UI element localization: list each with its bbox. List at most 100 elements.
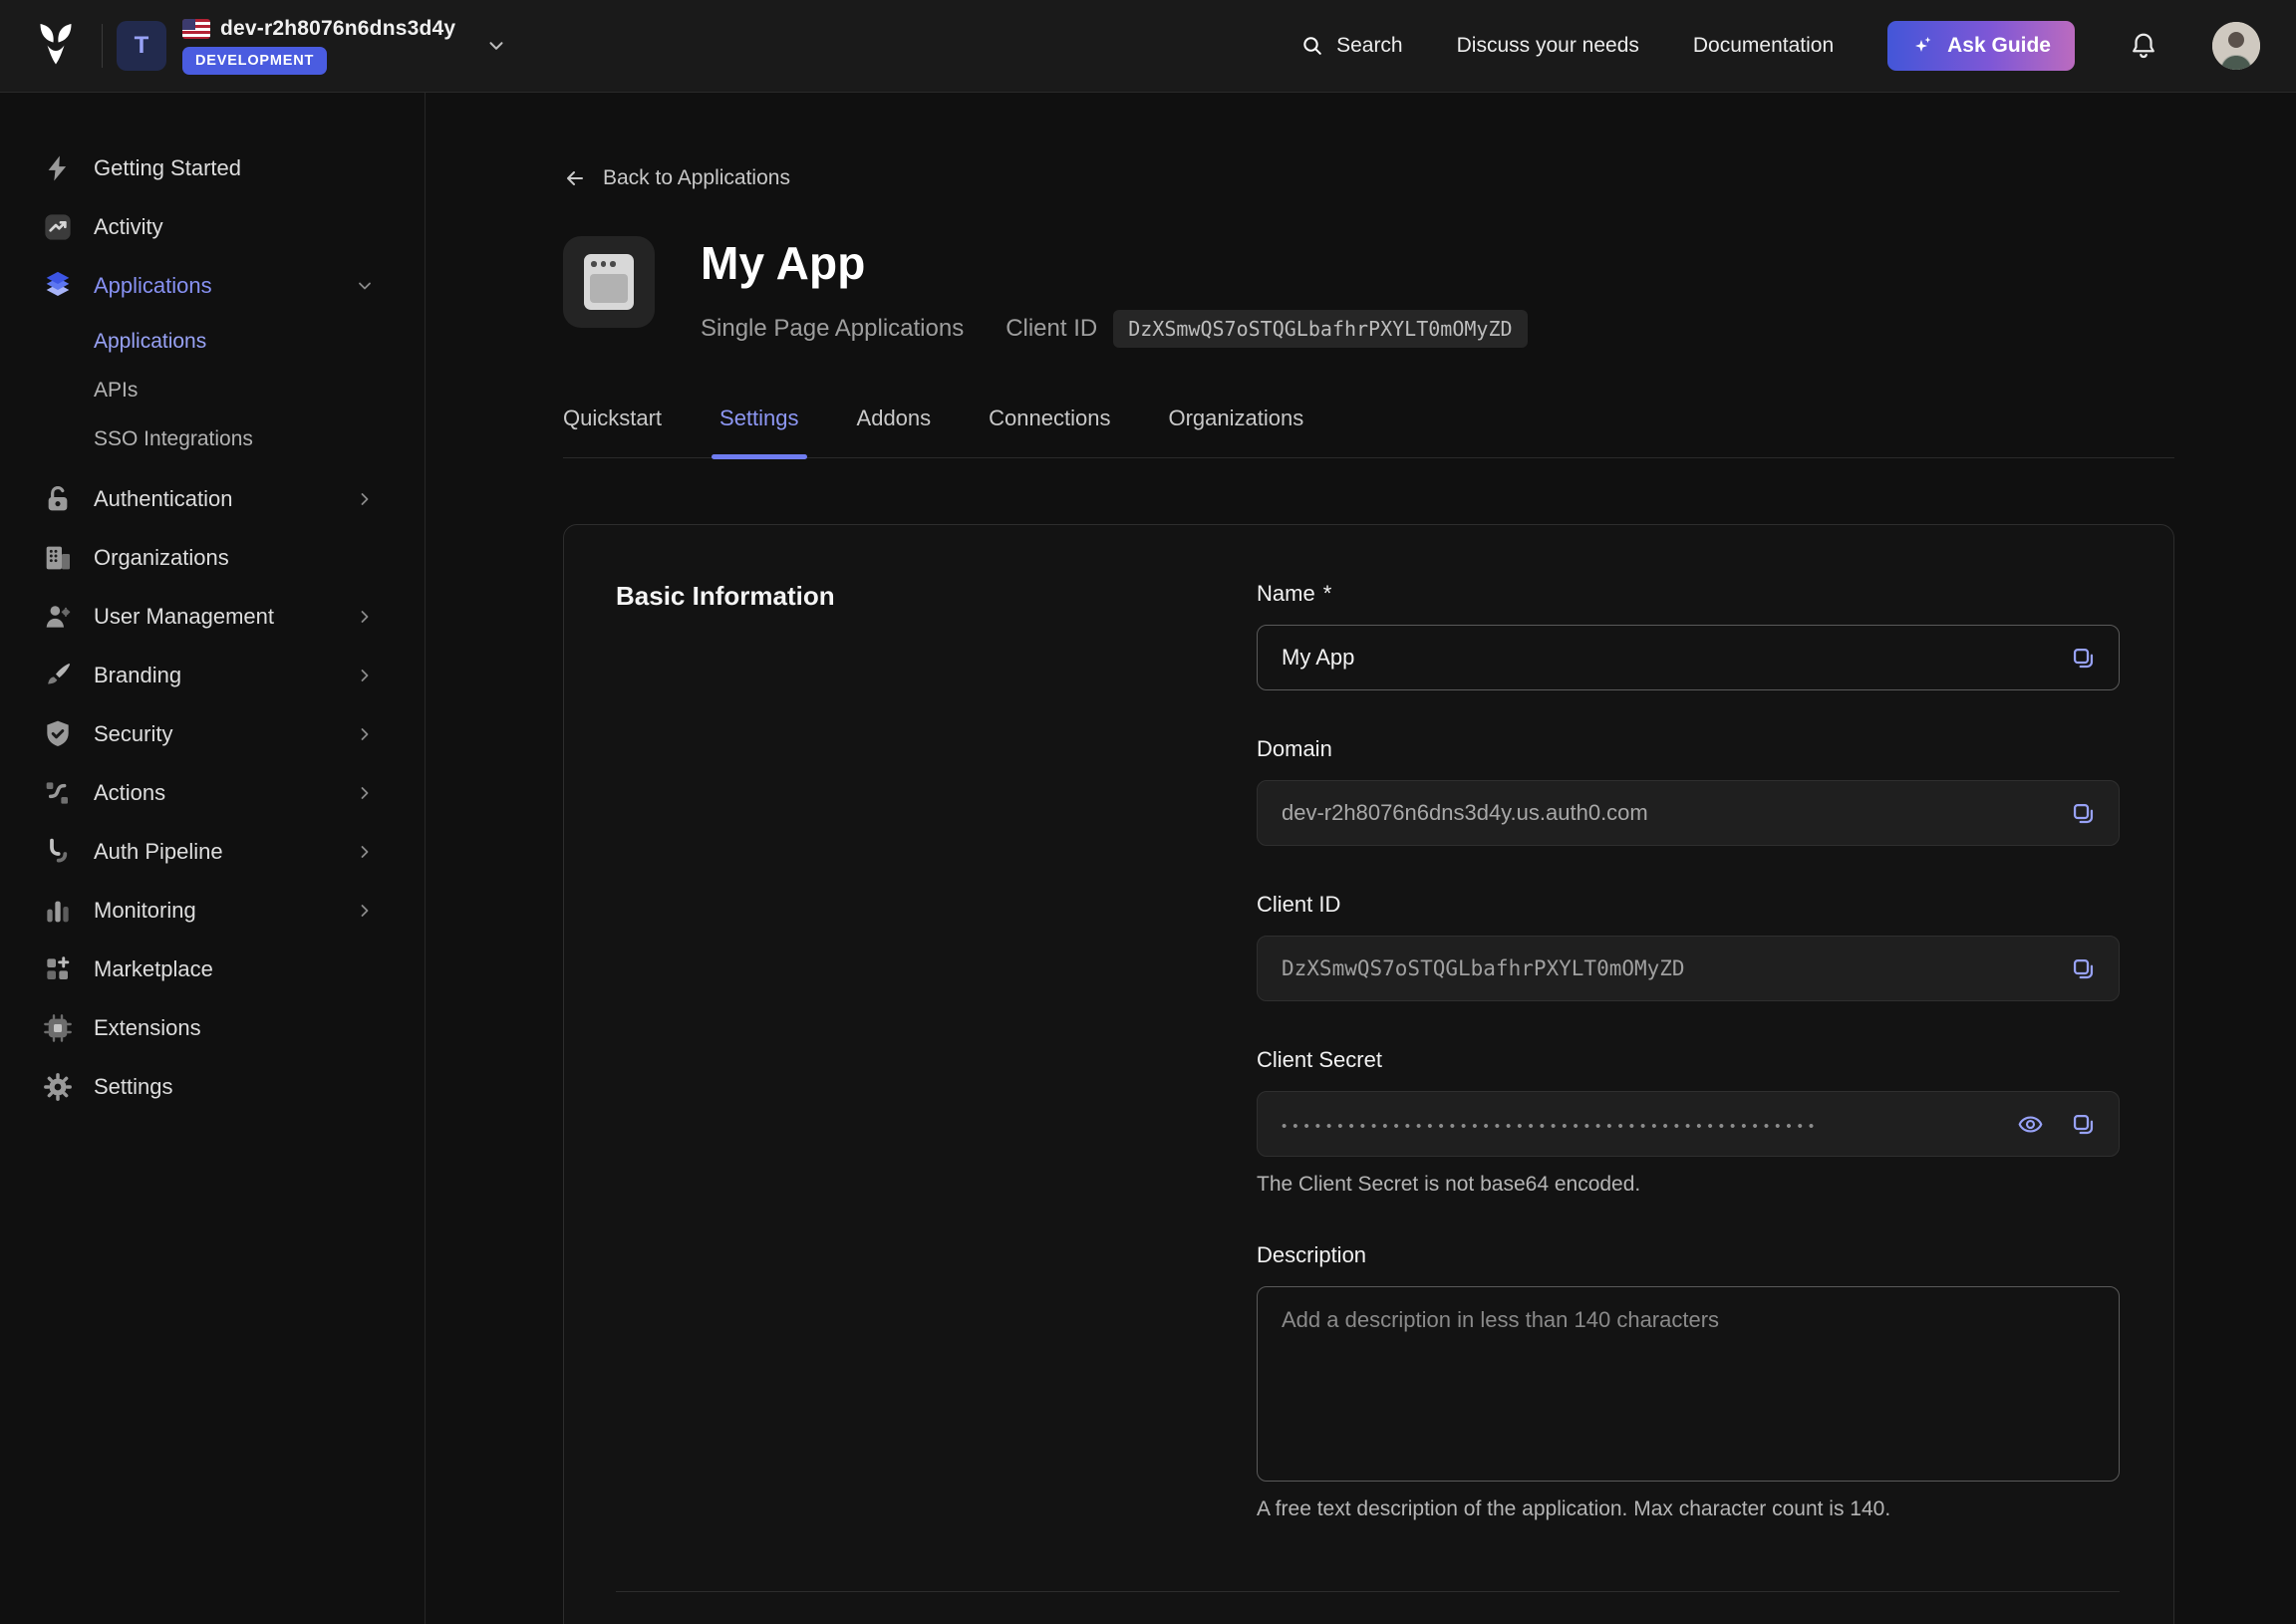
sidebar-item-branding[interactable]: Branding bbox=[0, 646, 425, 704]
sidebar-item-extensions[interactable]: Extensions bbox=[0, 998, 425, 1057]
eye-icon bbox=[2017, 1111, 2044, 1138]
layers-icon bbox=[40, 268, 76, 304]
sidebar-subitem-sso-integrations[interactable]: SSO Integrations bbox=[0, 414, 425, 463]
sidebar-item-activity[interactable]: Activity bbox=[0, 197, 425, 256]
environment-badge: DEVELOPMENT bbox=[182, 47, 327, 75]
tab-connections[interactable]: Connections bbox=[989, 406, 1110, 457]
main-content: Back to Applications My App Single Page … bbox=[426, 93, 2296, 1624]
applications-submenu: Applications APIs SSO Integrations bbox=[0, 315, 425, 469]
copy-name-button[interactable] bbox=[2070, 645, 2097, 672]
search-icon bbox=[1300, 34, 1324, 58]
app-window-icon bbox=[563, 236, 655, 328]
chevron-right-icon bbox=[355, 724, 375, 744]
chevron-right-icon bbox=[355, 901, 375, 921]
name-field-group: Name* bbox=[1257, 581, 2120, 690]
ask-guide-button[interactable]: Ask Guide bbox=[1887, 21, 2075, 71]
app-type-label: Single Page Applications bbox=[701, 315, 964, 343]
back-to-applications-link[interactable]: Back to Applications bbox=[563, 166, 790, 190]
tenant-name: dev-r2h8076n6dns3d4y bbox=[220, 17, 455, 41]
copy-domain-button[interactable] bbox=[2070, 800, 2097, 827]
client-id-value: DzXSmwQS7oSTQGLbafhrPXYLT0mOMyZD bbox=[1282, 956, 2044, 980]
marketplace-icon bbox=[40, 951, 76, 987]
bell-icon bbox=[2129, 31, 2158, 61]
name-label: Name* bbox=[1257, 581, 2120, 607]
auth0-logo-icon[interactable] bbox=[36, 24, 76, 68]
client-id-label: Client ID bbox=[1005, 315, 1097, 343]
sidebar-item-applications[interactable]: Applications bbox=[0, 256, 425, 315]
back-arrow-icon bbox=[563, 166, 587, 190]
section-title: Basic Information bbox=[616, 581, 1257, 612]
search-label: Search bbox=[1336, 34, 1403, 58]
chevron-right-icon bbox=[355, 489, 375, 509]
tab-organizations[interactable]: Organizations bbox=[1168, 406, 1303, 457]
tab-addons[interactable]: Addons bbox=[857, 406, 932, 457]
sidebar-item-actions[interactable]: Actions bbox=[0, 763, 425, 822]
tenant-avatar: T bbox=[117, 21, 166, 71]
flow-icon bbox=[40, 775, 76, 811]
client-id-field-group: Client ID DzXSmwQS7oSTQGLbafhrPXYLT0mOMy… bbox=[1257, 892, 2120, 1001]
description-helper: A free text description of the applicati… bbox=[1257, 1497, 2120, 1521]
notifications-button[interactable] bbox=[2129, 31, 2158, 61]
back-link-label: Back to Applications bbox=[603, 166, 790, 190]
tenant-switcher[interactable]: T dev-r2h8076n6dns3d4y DEVELOPMENT bbox=[117, 17, 507, 75]
building-icon bbox=[40, 540, 76, 576]
discuss-your-needs-link[interactable]: Discuss your needs bbox=[1457, 34, 1639, 58]
sidebar: Getting Started Activity Applications Ap… bbox=[0, 93, 426, 1624]
chip-icon bbox=[40, 1010, 76, 1046]
sidebar-item-monitoring[interactable]: Monitoring bbox=[0, 881, 425, 940]
user-gear-icon bbox=[40, 599, 76, 635]
description-label: Description bbox=[1257, 1242, 2120, 1268]
page-title: My App bbox=[701, 236, 1528, 290]
sidebar-item-authentication[interactable]: Authentication bbox=[0, 469, 425, 528]
lightning-icon bbox=[40, 150, 76, 186]
topbar-divider bbox=[102, 24, 103, 68]
client-secret-field-group: Client Secret ••••••••••••••••••••••••••… bbox=[1257, 1047, 2120, 1197]
description-textarea[interactable] bbox=[1282, 1307, 2095, 1461]
domain-value: dev-r2h8076n6dns3d4y.us.auth0.com bbox=[1282, 800, 2044, 826]
section-divider bbox=[616, 1591, 2120, 1592]
tab-bar: Quickstart Settings Addons Connections O… bbox=[563, 406, 2174, 458]
copy-client-id-button[interactable] bbox=[2070, 955, 2097, 982]
sidebar-item-auth-pipeline[interactable]: Auth Pipeline bbox=[0, 822, 425, 881]
client-secret-masked-value: ••••••••••••••••••••••••••••••••••••••••… bbox=[1282, 1115, 1991, 1134]
user-avatar[interactable] bbox=[2212, 22, 2260, 70]
lock-icon bbox=[40, 481, 76, 517]
shield-check-icon bbox=[40, 716, 76, 752]
chevron-right-icon bbox=[355, 842, 375, 862]
copy-icon bbox=[2070, 645, 2097, 672]
sidebar-item-organizations[interactable]: Organizations bbox=[0, 528, 425, 587]
app-header: My App Single Page Applications Client I… bbox=[563, 236, 2296, 348]
chevron-down-icon bbox=[355, 276, 375, 296]
sidebar-item-marketplace[interactable]: Marketplace bbox=[0, 940, 425, 998]
us-flag-icon bbox=[182, 19, 210, 39]
auth0-dashboard: T dev-r2h8076n6dns3d4y DEVELOPMENT Searc… bbox=[0, 0, 2296, 1624]
client-id-chip[interactable]: DzXSmwQS7oSTQGLbafhrPXYLT0mOMyZD bbox=[1113, 310, 1527, 348]
sidebar-item-user-management[interactable]: User Management bbox=[0, 587, 425, 646]
sidebar-item-getting-started[interactable]: Getting Started bbox=[0, 138, 425, 197]
search-button[interactable]: Search bbox=[1300, 34, 1403, 58]
activity-icon bbox=[40, 209, 76, 245]
pipeline-icon bbox=[40, 834, 76, 870]
tab-settings[interactable]: Settings bbox=[719, 406, 799, 457]
copy-icon bbox=[2070, 955, 2097, 982]
tab-quickstart[interactable]: Quickstart bbox=[563, 406, 662, 457]
chevron-right-icon bbox=[355, 783, 375, 803]
name-input[interactable] bbox=[1282, 645, 2044, 671]
reveal-client-secret-button[interactable] bbox=[2017, 1111, 2044, 1138]
chevron-right-icon bbox=[355, 607, 375, 627]
basic-information-card: Basic Information Name* bbox=[563, 524, 2174, 1624]
copy-icon bbox=[2070, 1111, 2097, 1138]
bar-chart-icon bbox=[40, 893, 76, 929]
domain-field-group: Domain dev-r2h8076n6dns3d4y.us.auth0.com bbox=[1257, 736, 2120, 846]
topbar: T dev-r2h8076n6dns3d4y DEVELOPMENT Searc… bbox=[0, 0, 2296, 93]
sidebar-item-settings[interactable]: Settings bbox=[0, 1057, 425, 1116]
documentation-link[interactable]: Documentation bbox=[1693, 34, 1834, 58]
domain-label: Domain bbox=[1257, 736, 2120, 762]
chevron-right-icon bbox=[355, 666, 375, 685]
sidebar-subitem-applications[interactable]: Applications bbox=[0, 317, 425, 366]
description-field-group: Description A free text description of t… bbox=[1257, 1242, 2120, 1521]
copy-client-secret-button[interactable] bbox=[2070, 1111, 2097, 1138]
sidebar-subitem-apis[interactable]: APIs bbox=[0, 366, 425, 414]
sidebar-item-security[interactable]: Security bbox=[0, 704, 425, 763]
client-secret-helper: The Client Secret is not base64 encoded. bbox=[1257, 1173, 2120, 1197]
